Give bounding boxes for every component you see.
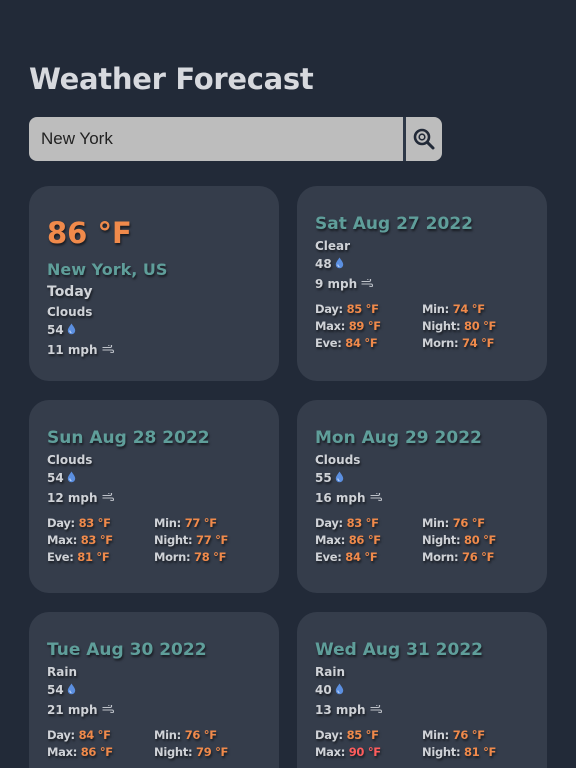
forecast-stats: Day: 85 °F Min: 74 °F Max: 89 °F Night: … xyxy=(315,302,505,350)
forecast-stats: Day: 83 °F Min: 77 °F Max: 83 °F Night: … xyxy=(47,516,237,564)
water-drop-icon xyxy=(335,257,344,272)
stat-min: Min: 74 °F xyxy=(422,302,485,316)
stat-max: Max: 86 °F xyxy=(47,745,113,759)
current-city: New York, US xyxy=(47,260,168,279)
forecast-card: Wed Aug 31 2022 Rain 40 13 mph Day: 85 °… xyxy=(297,612,547,768)
forecast-stats: Day: 83 °F Min: 76 °F Max: 86 °F Night: … xyxy=(315,516,505,564)
forecast-condition: Rain xyxy=(315,665,345,679)
stat-eve: Eve: 84 °F xyxy=(315,336,378,350)
forecast-wind: 13 mph xyxy=(315,702,382,717)
wind-icon xyxy=(102,342,114,356)
forecast-wind: 21 mph xyxy=(47,702,114,717)
forecast-date: Wed Aug 31 2022 xyxy=(315,640,483,660)
forecast-condition: Clouds xyxy=(315,453,361,467)
water-drop-icon xyxy=(335,471,344,486)
current-wind: 11 mph xyxy=(47,342,114,357)
stat-night: Night: 77 °F xyxy=(154,533,229,547)
wind-icon xyxy=(361,276,374,290)
forecast-stats: Day: 84 °F Min: 76 °F Max: 86 °F Night: … xyxy=(47,728,237,759)
forecast-card: Sat Aug 27 2022 Clear 48 9 mph Day: 85 °… xyxy=(297,186,547,381)
water-drop-icon xyxy=(335,683,344,698)
stat-max: Max: 86 °F xyxy=(315,533,381,547)
wind-icon xyxy=(102,702,114,716)
forecast-humidity: 54 xyxy=(47,683,76,698)
forecast-wind: 9 mph xyxy=(315,276,374,291)
water-drop-icon xyxy=(67,471,76,486)
stat-max: Max: 90 °F xyxy=(315,745,381,759)
forecast-card: Mon Aug 29 2022 Clouds 55 16 mph Day: 83… xyxy=(297,400,547,593)
stat-day: Day: 85 °F xyxy=(315,728,379,742)
forecast-date: Sun Aug 28 2022 xyxy=(47,428,210,448)
stat-morn: Morn: 76 °F xyxy=(422,550,495,564)
current-humidity: 54 xyxy=(47,323,76,338)
current-temperature: 86 °F xyxy=(47,216,132,250)
current-condition: Clouds xyxy=(47,305,93,319)
forecast-condition: Clouds xyxy=(47,453,93,467)
stat-night: Night: 79 °F xyxy=(154,745,229,759)
water-drop-icon xyxy=(67,323,76,338)
forecast-humidity: 54 xyxy=(47,471,76,486)
stat-morn: Morn: 74 °F xyxy=(422,336,495,350)
forecast-date: Mon Aug 29 2022 xyxy=(315,428,482,448)
forecast-date: Sat Aug 27 2022 xyxy=(315,214,473,234)
stat-max: Max: 83 °F xyxy=(47,533,113,547)
forecast-humidity: 55 xyxy=(315,471,344,486)
stat-min: Min: 76 °F xyxy=(422,728,485,742)
stat-night: Night: 80 °F xyxy=(422,533,497,547)
forecast-humidity: 40 xyxy=(315,683,344,698)
current-day-label: Today xyxy=(47,284,93,300)
stat-day: Day: 83 °F xyxy=(315,516,379,530)
forecast-humidity: 48 xyxy=(315,257,344,272)
forecast-stats: Day: 85 °F Min: 76 °F Max: 90 °F Night: … xyxy=(315,728,505,759)
forecast-date: Tue Aug 30 2022 xyxy=(47,640,207,660)
search-input[interactable] xyxy=(29,117,403,161)
weather-app: Weather Forecast 86 °F New York, US Toda… xyxy=(0,0,576,768)
stat-morn: Morn: 78 °F xyxy=(154,550,227,564)
stat-day: Day: 85 °F xyxy=(315,302,379,316)
stat-eve: Eve: 84 °F xyxy=(315,550,378,564)
current-weather-card: 86 °F New York, US Today Clouds 54 11 mp… xyxy=(29,186,279,381)
stat-night: Night: 81 °F xyxy=(422,745,497,759)
stat-min: Min: 76 °F xyxy=(154,728,217,742)
forecast-condition: Clear xyxy=(315,239,351,253)
water-drop-icon xyxy=(67,683,76,698)
stat-day: Day: 84 °F xyxy=(47,728,111,742)
wind-icon xyxy=(102,490,114,504)
wind-icon xyxy=(370,702,382,716)
stat-eve: Eve: 81 °F xyxy=(47,550,110,564)
forecast-card: Sun Aug 28 2022 Clouds 54 12 mph Day: 83… xyxy=(29,400,279,593)
page-title: Weather Forecast xyxy=(29,62,314,96)
forecast-card: Tue Aug 30 2022 Rain 54 21 mph Day: 84 °… xyxy=(29,612,279,768)
wind-icon xyxy=(370,490,382,504)
search-icon xyxy=(413,128,435,150)
forecast-wind: 12 mph xyxy=(47,490,114,505)
stat-min: Min: 77 °F xyxy=(154,516,217,530)
search-button[interactable] xyxy=(406,117,442,161)
stat-min: Min: 76 °F xyxy=(422,516,485,530)
stat-day: Day: 83 °F xyxy=(47,516,111,530)
forecast-condition: Rain xyxy=(47,665,77,679)
search-bar xyxy=(29,117,442,161)
stat-night: Night: 80 °F xyxy=(422,319,497,333)
forecast-wind: 16 mph xyxy=(315,490,382,505)
stat-max: Max: 89 °F xyxy=(315,319,381,333)
